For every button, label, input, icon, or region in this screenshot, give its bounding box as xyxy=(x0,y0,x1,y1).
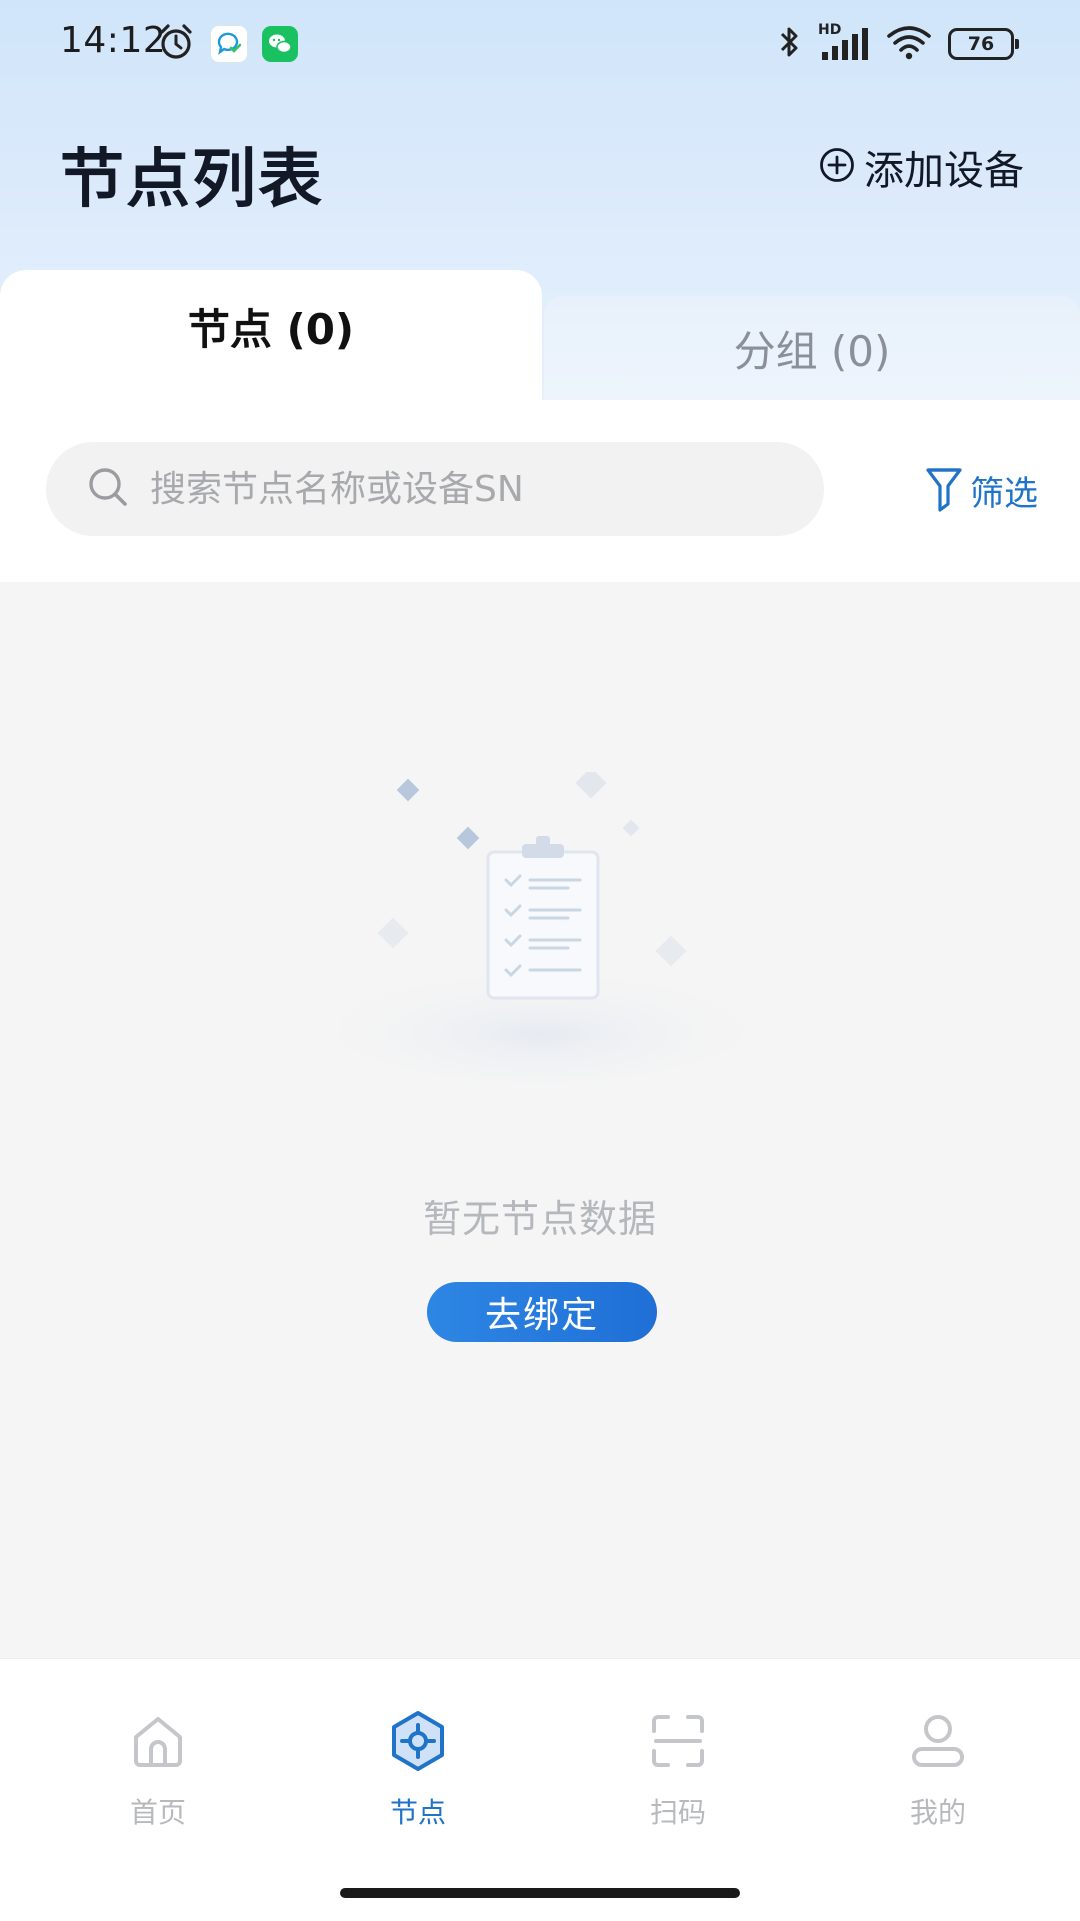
status-time: 14:12 xyxy=(60,20,167,61)
page-title: 节点列表 xyxy=(60,143,324,217)
plus-circle-icon xyxy=(818,146,856,188)
node-list-empty: 暂无节点数据 去绑定 xyxy=(0,582,1080,1658)
nav-item-scan[interactable]: 扫码 xyxy=(578,1709,778,1839)
nav-label-home: 首页 xyxy=(129,1796,186,1829)
node-icon xyxy=(386,1709,450,1777)
filter-label: 筛选 xyxy=(970,473,1038,514)
battery-indicator: 76 xyxy=(948,28,1019,60)
scan-icon xyxy=(646,1709,710,1777)
add-device-button[interactable]: 添加设备 xyxy=(818,138,1024,196)
search-input[interactable] xyxy=(148,467,772,511)
status-system-icons: HD 76 xyxy=(778,22,1019,66)
profile-icon xyxy=(906,1709,970,1777)
alarm-icon xyxy=(156,22,196,66)
nav-item-profile[interactable]: 我的 xyxy=(838,1709,1038,1839)
wifi-icon xyxy=(886,22,932,66)
search-box[interactable] xyxy=(46,442,824,536)
nav-label-profile: 我的 xyxy=(909,1796,966,1829)
home-indicator[interactable] xyxy=(340,1888,740,1898)
nav-item-home[interactable]: 首页 xyxy=(58,1709,258,1839)
bind-device-button[interactable]: 去绑定 xyxy=(427,1282,657,1342)
nav-label-nodes: 节点 xyxy=(389,1796,446,1829)
bottom-nav: 首页 节点 扫码 我的 xyxy=(0,1658,1080,1921)
filter-icon xyxy=(924,464,964,516)
nav-item-nodes[interactable]: 节点 xyxy=(318,1709,518,1839)
cellular-signal-icon: HD xyxy=(818,22,870,64)
nav-label-scan: 扫码 xyxy=(649,1796,706,1829)
empty-message: 暂无节点数据 xyxy=(422,1197,657,1241)
search-row: 筛选 xyxy=(0,400,1080,582)
search-icon xyxy=(86,465,130,513)
wechat-icon xyxy=(262,26,298,62)
status-bar: 14:12 HD 76 xyxy=(0,0,1080,86)
status-notification-icons xyxy=(156,22,298,66)
empty-clipboard-illustration xyxy=(330,767,820,1112)
tab-bar: 节点 (0) 分组 (0) xyxy=(0,270,1080,400)
home-icon xyxy=(126,1709,190,1777)
add-device-label: 添加设备 xyxy=(864,148,1024,194)
bluetooth-icon xyxy=(778,22,802,66)
filter-button[interactable]: 筛选 xyxy=(924,464,1038,516)
tab-nodes[interactable]: 节点 (0) xyxy=(0,270,542,400)
chat-app-icon xyxy=(210,25,248,63)
tab-groups[interactable]: 分组 (0) xyxy=(544,296,1080,400)
